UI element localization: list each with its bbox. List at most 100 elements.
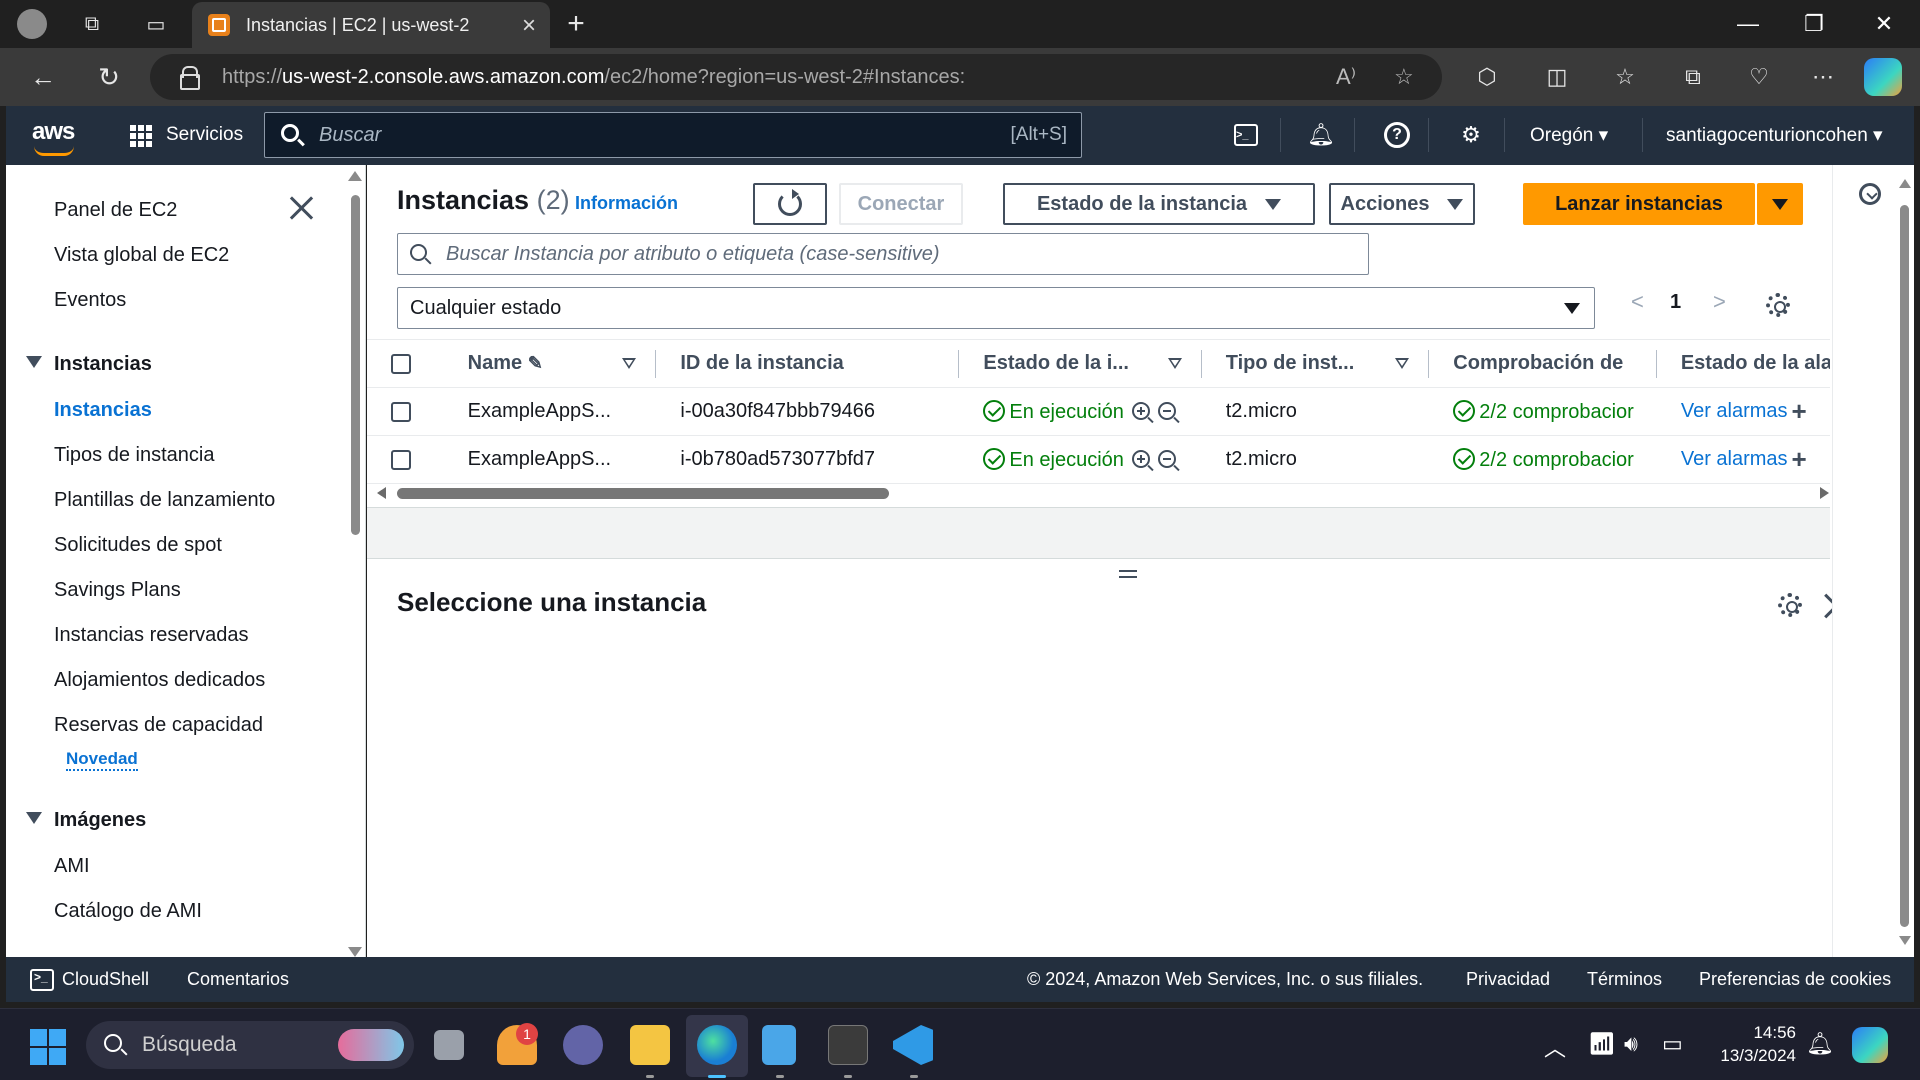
region-selector[interactable]: Oregón ▾ xyxy=(1530,124,1608,147)
scroll-right-icon[interactable] xyxy=(1820,487,1829,499)
add-alarm-icon[interactable]: + xyxy=(1792,444,1807,475)
tools-panel-icon[interactable] xyxy=(1859,183,1881,205)
notepad-icon[interactable] xyxy=(762,1025,796,1065)
zoom-out-icon[interactable] xyxy=(1157,449,1176,468)
close-window-icon[interactable]: ✕ xyxy=(1866,6,1902,42)
sort-icon[interactable] xyxy=(1395,358,1410,369)
taskbar-search[interactable]: Búsqueda xyxy=(86,1021,414,1069)
next-page-icon[interactable]: > xyxy=(1713,289,1726,315)
refresh-button[interactable] xyxy=(753,183,827,225)
scroll-left-icon[interactable] xyxy=(377,487,386,499)
page-number[interactable]: 1 xyxy=(1670,291,1681,314)
table-row[interactable]: ExampleAppS... i-0b780ad573077bfd7 En ej… xyxy=(367,435,1830,484)
new-tab-icon[interactable]: + xyxy=(560,7,592,40)
copilot-taskbar-icon[interactable] xyxy=(1852,1027,1888,1063)
aws-logo[interactable]: aws xyxy=(32,118,75,156)
view-alarms-link[interactable]: Ver alarmas xyxy=(1681,448,1788,470)
row-checkbox[interactable] xyxy=(391,449,411,470)
column-header-name[interactable]: Name ✎ xyxy=(443,339,657,388)
row-checkbox[interactable] xyxy=(391,401,411,422)
browser-essentials-icon[interactable]: ♡ xyxy=(1742,60,1776,94)
instance-id-link[interactable]: i-0b780ad573077bfd7 xyxy=(656,435,960,484)
browser-tab[interactable]: Instancias | EC2 | us-west-2 × xyxy=(192,2,550,48)
info-link[interactable]: Información xyxy=(575,193,678,214)
wifi-icon[interactable]: 📶︎ xyxy=(1588,1031,1616,1057)
minimize-icon[interactable]: — xyxy=(1730,6,1766,42)
sidebar-item-events[interactable]: Eventos xyxy=(54,289,126,312)
instance-filter-input[interactable]: Buscar Instancia por atributo o etiqueta… xyxy=(397,233,1369,275)
back-icon[interactable]: ← xyxy=(26,60,60,94)
sidebar-section-instances[interactable]: Instancias xyxy=(26,353,152,376)
previous-page-icon[interactable]: < xyxy=(1631,289,1644,315)
sidebar-item-reserved-instances[interactable]: Instancias reservadas xyxy=(54,624,249,647)
close-tab-icon[interactable]: × xyxy=(522,12,536,40)
column-header-status-check[interactable]: Comprobación de xyxy=(1429,339,1657,388)
sidebar-item-instance-types[interactable]: Tipos de instancia xyxy=(54,444,214,467)
help-icon[interactable]: ? xyxy=(1384,122,1410,148)
teams-icon[interactable] xyxy=(563,1025,603,1065)
workspaces-icon[interactable]: ⧉ xyxy=(76,8,108,40)
notifications-bell-icon[interactable]: 🔔︎ xyxy=(1306,120,1336,150)
sort-icon[interactable] xyxy=(1167,358,1182,369)
sort-icon[interactable] xyxy=(622,358,637,369)
favorite-star-icon[interactable]: ☆ xyxy=(1394,64,1414,90)
split-panel-gear-icon[interactable] xyxy=(1778,593,1802,617)
sidebar-scrollbar[interactable] xyxy=(348,171,362,957)
collections-icon[interactable]: ⧉ xyxy=(1676,60,1710,94)
start-button-icon[interactable] xyxy=(30,1029,66,1065)
connect-button[interactable]: Conectar xyxy=(839,183,963,225)
column-header-alarm-status[interactable]: Estado de la ala xyxy=(1656,339,1830,388)
table-preferences-gear-icon[interactable] xyxy=(1766,293,1790,317)
notification-bell-icon[interactable]: 🔔︎ xyxy=(1806,1031,1834,1057)
column-header-instance-type[interactable]: Tipo de inst... xyxy=(1201,339,1430,388)
close-sidebar-icon[interactable] xyxy=(288,195,314,221)
restore-icon[interactable]: ❐ xyxy=(1796,6,1832,42)
sidebar-item-ec2-dashboard[interactable]: Panel de EC2 xyxy=(54,199,177,222)
sidebar-item-savings-plans[interactable]: Savings Plans xyxy=(54,579,181,602)
column-header-instance-state[interactable]: Estado de la i... xyxy=(959,339,1202,388)
extensions-icon[interactable]: ⬡ xyxy=(1470,60,1504,94)
cloudshell-link[interactable]: CloudShell xyxy=(62,969,149,990)
favorites-icon[interactable]: ☆ xyxy=(1608,60,1642,94)
split-screen-icon[interactable]: ◫ xyxy=(1540,60,1574,94)
add-alarm-icon[interactable]: + xyxy=(1792,396,1807,427)
sidebar-item-ami-catalog[interactable]: Catálogo de AMI xyxy=(54,900,202,923)
volume-icon[interactable]: 🔊︎ xyxy=(1624,1031,1638,1057)
sidebar-item-dedicated-hosts[interactable]: Alojamientos dedicados xyxy=(54,669,265,692)
services-menu[interactable]: Servicios xyxy=(166,124,243,146)
file-explorer-icon[interactable] xyxy=(630,1025,670,1065)
settings-gear-icon[interactable]: ⚙ xyxy=(1456,120,1486,150)
copilot-icon[interactable] xyxy=(1864,58,1902,96)
sidebar-item-spot-requests[interactable]: Solicitudes de spot xyxy=(54,534,222,557)
cloudshell-icon[interactable] xyxy=(30,969,54,991)
edit-pencil-icon[interactable]: ✎ xyxy=(528,353,543,373)
privacy-link[interactable]: Privacidad xyxy=(1466,969,1550,990)
system-clock[interactable]: 14:56 13/3/2024 xyxy=(1706,1021,1796,1067)
url-field[interactable]: https://us-west-2.console.aws.amazon.com… xyxy=(150,54,1442,100)
profile-icon[interactable] xyxy=(16,8,48,40)
zoom-out-icon[interactable] xyxy=(1157,401,1176,420)
feedback-link[interactable]: Comentarios xyxy=(187,969,289,990)
terms-link[interactable]: Términos xyxy=(1587,969,1662,990)
actions-button[interactable]: Acciones xyxy=(1329,183,1475,225)
scroll-thumb[interactable] xyxy=(397,488,889,499)
sidebar-item-launch-templates[interactable]: Plantillas de lanzamiento xyxy=(54,489,275,512)
task-view-icon[interactable] xyxy=(434,1030,464,1060)
aws-search-input[interactable]: Buscar [Alt+S] xyxy=(264,112,1082,158)
sidebar-item-capacity-reservations[interactable]: Reservas de capacidad xyxy=(54,714,263,737)
launch-dropdown-button[interactable] xyxy=(1757,183,1803,225)
table-row[interactable]: ExampleAppS... i-00a30f847bbb79466 En ej… xyxy=(367,387,1830,436)
battery-icon[interactable]: ▭ xyxy=(1662,1031,1683,1057)
reload-icon[interactable]: ↻ xyxy=(92,60,126,94)
sidebar-item-ami[interactable]: AMI xyxy=(54,855,90,878)
read-aloud-icon[interactable]: A⁾ xyxy=(1336,64,1356,90)
zoom-in-icon[interactable] xyxy=(1131,401,1150,420)
zoom-in-icon[interactable] xyxy=(1131,449,1150,468)
vscode-icon[interactable] xyxy=(893,1025,933,1065)
tab-actions-icon[interactable]: ▭ xyxy=(140,8,172,40)
cloudshell-icon[interactable]: >_ xyxy=(1231,120,1261,150)
cookie-preferences-link[interactable]: Preferencias de cookies xyxy=(1699,969,1891,990)
instance-id-link[interactable]: i-00a30f847bbb79466 xyxy=(656,387,960,436)
table-horizontal-scrollbar[interactable] xyxy=(377,485,1829,501)
launch-instances-button[interactable]: Lanzar instancias xyxy=(1523,183,1755,225)
